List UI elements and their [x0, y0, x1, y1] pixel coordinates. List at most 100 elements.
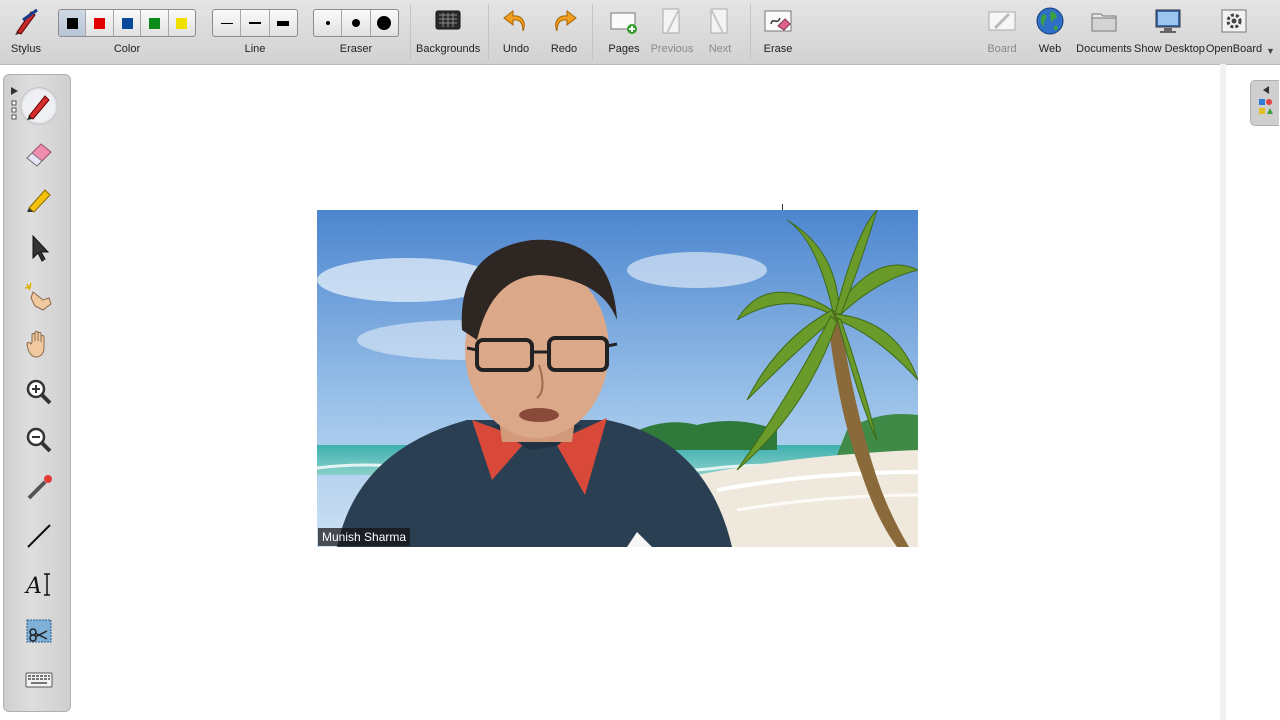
eraser-medium[interactable] [342, 10, 371, 36]
text-tool-button[interactable]: A [20, 565, 58, 603]
previous-label: Previous [650, 43, 694, 55]
erase-label: Erase [763, 43, 793, 55]
swatch-red [94, 17, 106, 29]
library-palette-tab[interactable] [1250, 80, 1279, 126]
undo-button[interactable]: Undo [496, 0, 536, 64]
backgrounds-button[interactable]: Backgrounds [416, 0, 480, 64]
line-icon [27, 524, 51, 548]
line-thick[interactable] [270, 10, 297, 36]
eraser-large[interactable] [371, 10, 398, 36]
redo-label: Redo [550, 43, 578, 55]
zoom-in-button[interactable] [20, 373, 58, 411]
text-icon: A [24, 573, 50, 599]
zoom-out-icon [26, 427, 52, 453]
separator [592, 4, 593, 60]
board-icon [988, 11, 1016, 31]
line-width-picker [212, 9, 298, 37]
eraser-small[interactable] [314, 10, 343, 36]
stylus-button[interactable]: Stylus [4, 0, 48, 64]
scissors-capture-icon [26, 619, 52, 643]
laser-pointer-icon [27, 475, 52, 500]
color-swatch-yellow[interactable] [169, 10, 195, 36]
openboard-menu-button[interactable]: OpenBoard [1204, 0, 1264, 64]
documents-button[interactable]: Documents [1076, 0, 1132, 64]
line-medium[interactable] [241, 10, 270, 36]
previous-page-button[interactable]: Previous [648, 0, 696, 64]
redo-icon [555, 9, 577, 32]
color-picker [58, 9, 196, 37]
line-thin[interactable] [213, 10, 242, 36]
web-label: Web [1038, 43, 1062, 55]
eraser-tool-button[interactable] [20, 135, 58, 173]
previous-page-icon [662, 8, 680, 34]
backgrounds-label: Backgrounds [416, 43, 481, 55]
eraser-group: Eraser [313, 0, 399, 64]
pen-icon [27, 95, 50, 120]
eraser-icon [26, 143, 52, 167]
color-swatch-blue[interactable] [114, 10, 142, 36]
undo-label: Undo [502, 43, 530, 55]
participant-name-label: Munish Sharma [318, 528, 411, 546]
highlighter-icon [27, 189, 51, 213]
web-button[interactable]: Web [1028, 0, 1072, 64]
tool-palette: A [3, 74, 71, 712]
eraser-size-picker [313, 9, 399, 37]
documents-label: Documents [1076, 43, 1132, 55]
line-tool-button[interactable] [20, 517, 58, 555]
hand-tool-button[interactable] [20, 325, 58, 363]
show-desktop-button[interactable]: Show Desktop [1134, 0, 1205, 64]
keyboard-icon [25, 672, 53, 688]
gear-icon [1221, 9, 1247, 33]
pointing-hand-icon [24, 282, 52, 311]
participant-video [317, 210, 918, 547]
openboard-label: OpenBoard [1205, 43, 1263, 55]
show-desktop-label: Show Desktop [1134, 43, 1205, 55]
swatch-green [148, 17, 160, 29]
erase-button[interactable]: Erase [756, 0, 800, 64]
board-button[interactable]: Board [980, 0, 1024, 64]
pages-label: Pages [608, 43, 640, 55]
color-swatch-black[interactable] [59, 10, 87, 36]
library-icon [1259, 86, 1273, 114]
folder-icon [1091, 13, 1117, 32]
virtual-keyboard-button[interactable] [20, 661, 58, 699]
menu-dropdown-icon[interactable]: ▼ [1266, 46, 1275, 56]
color-swatch-red[interactable] [86, 10, 114, 36]
line-group: Line [212, 0, 298, 64]
add-page-icon [610, 12, 637, 34]
separator [410, 4, 411, 60]
redo-button[interactable]: Redo [544, 0, 584, 64]
video-frame-image [317, 210, 918, 547]
swatch-blue [121, 17, 133, 29]
next-page-button[interactable]: Next [696, 0, 744, 64]
stylus-label: Stylus [11, 43, 41, 55]
capture-tool-button[interactable] [20, 613, 58, 651]
eraser-label: Eraser [339, 43, 373, 55]
zoom-out-button[interactable] [20, 421, 58, 459]
arrow-cursor-icon [32, 234, 50, 262]
globe-icon [1036, 7, 1064, 35]
monitor-icon [1155, 9, 1181, 33]
line-label: Line [244, 43, 266, 55]
svg-text:A: A [24, 574, 42, 599]
pen-tool-button[interactable] [20, 87, 58, 125]
swatch-yellow [176, 17, 188, 29]
hand-icon [26, 331, 45, 358]
pages-button[interactable]: Pages [600, 0, 648, 64]
selector-tool-button[interactable] [20, 229, 58, 267]
color-label: Color [113, 43, 141, 55]
zoom-in-icon [26, 379, 52, 405]
next-page-icon [710, 8, 728, 34]
color-group: Color [58, 0, 196, 64]
marker-tool-button[interactable] [20, 181, 58, 219]
separator [750, 4, 751, 60]
color-swatch-green[interactable] [141, 10, 169, 36]
swatch-black [66, 17, 78, 29]
board-label: Board [987, 43, 1017, 55]
backgrounds-icon [435, 10, 461, 30]
laser-pointer-button[interactable] [20, 469, 58, 507]
play-tool-button[interactable] [20, 277, 58, 315]
erase-board-icon [764, 10, 792, 32]
stylus-icon [15, 8, 38, 35]
board-edge [1220, 64, 1226, 720]
